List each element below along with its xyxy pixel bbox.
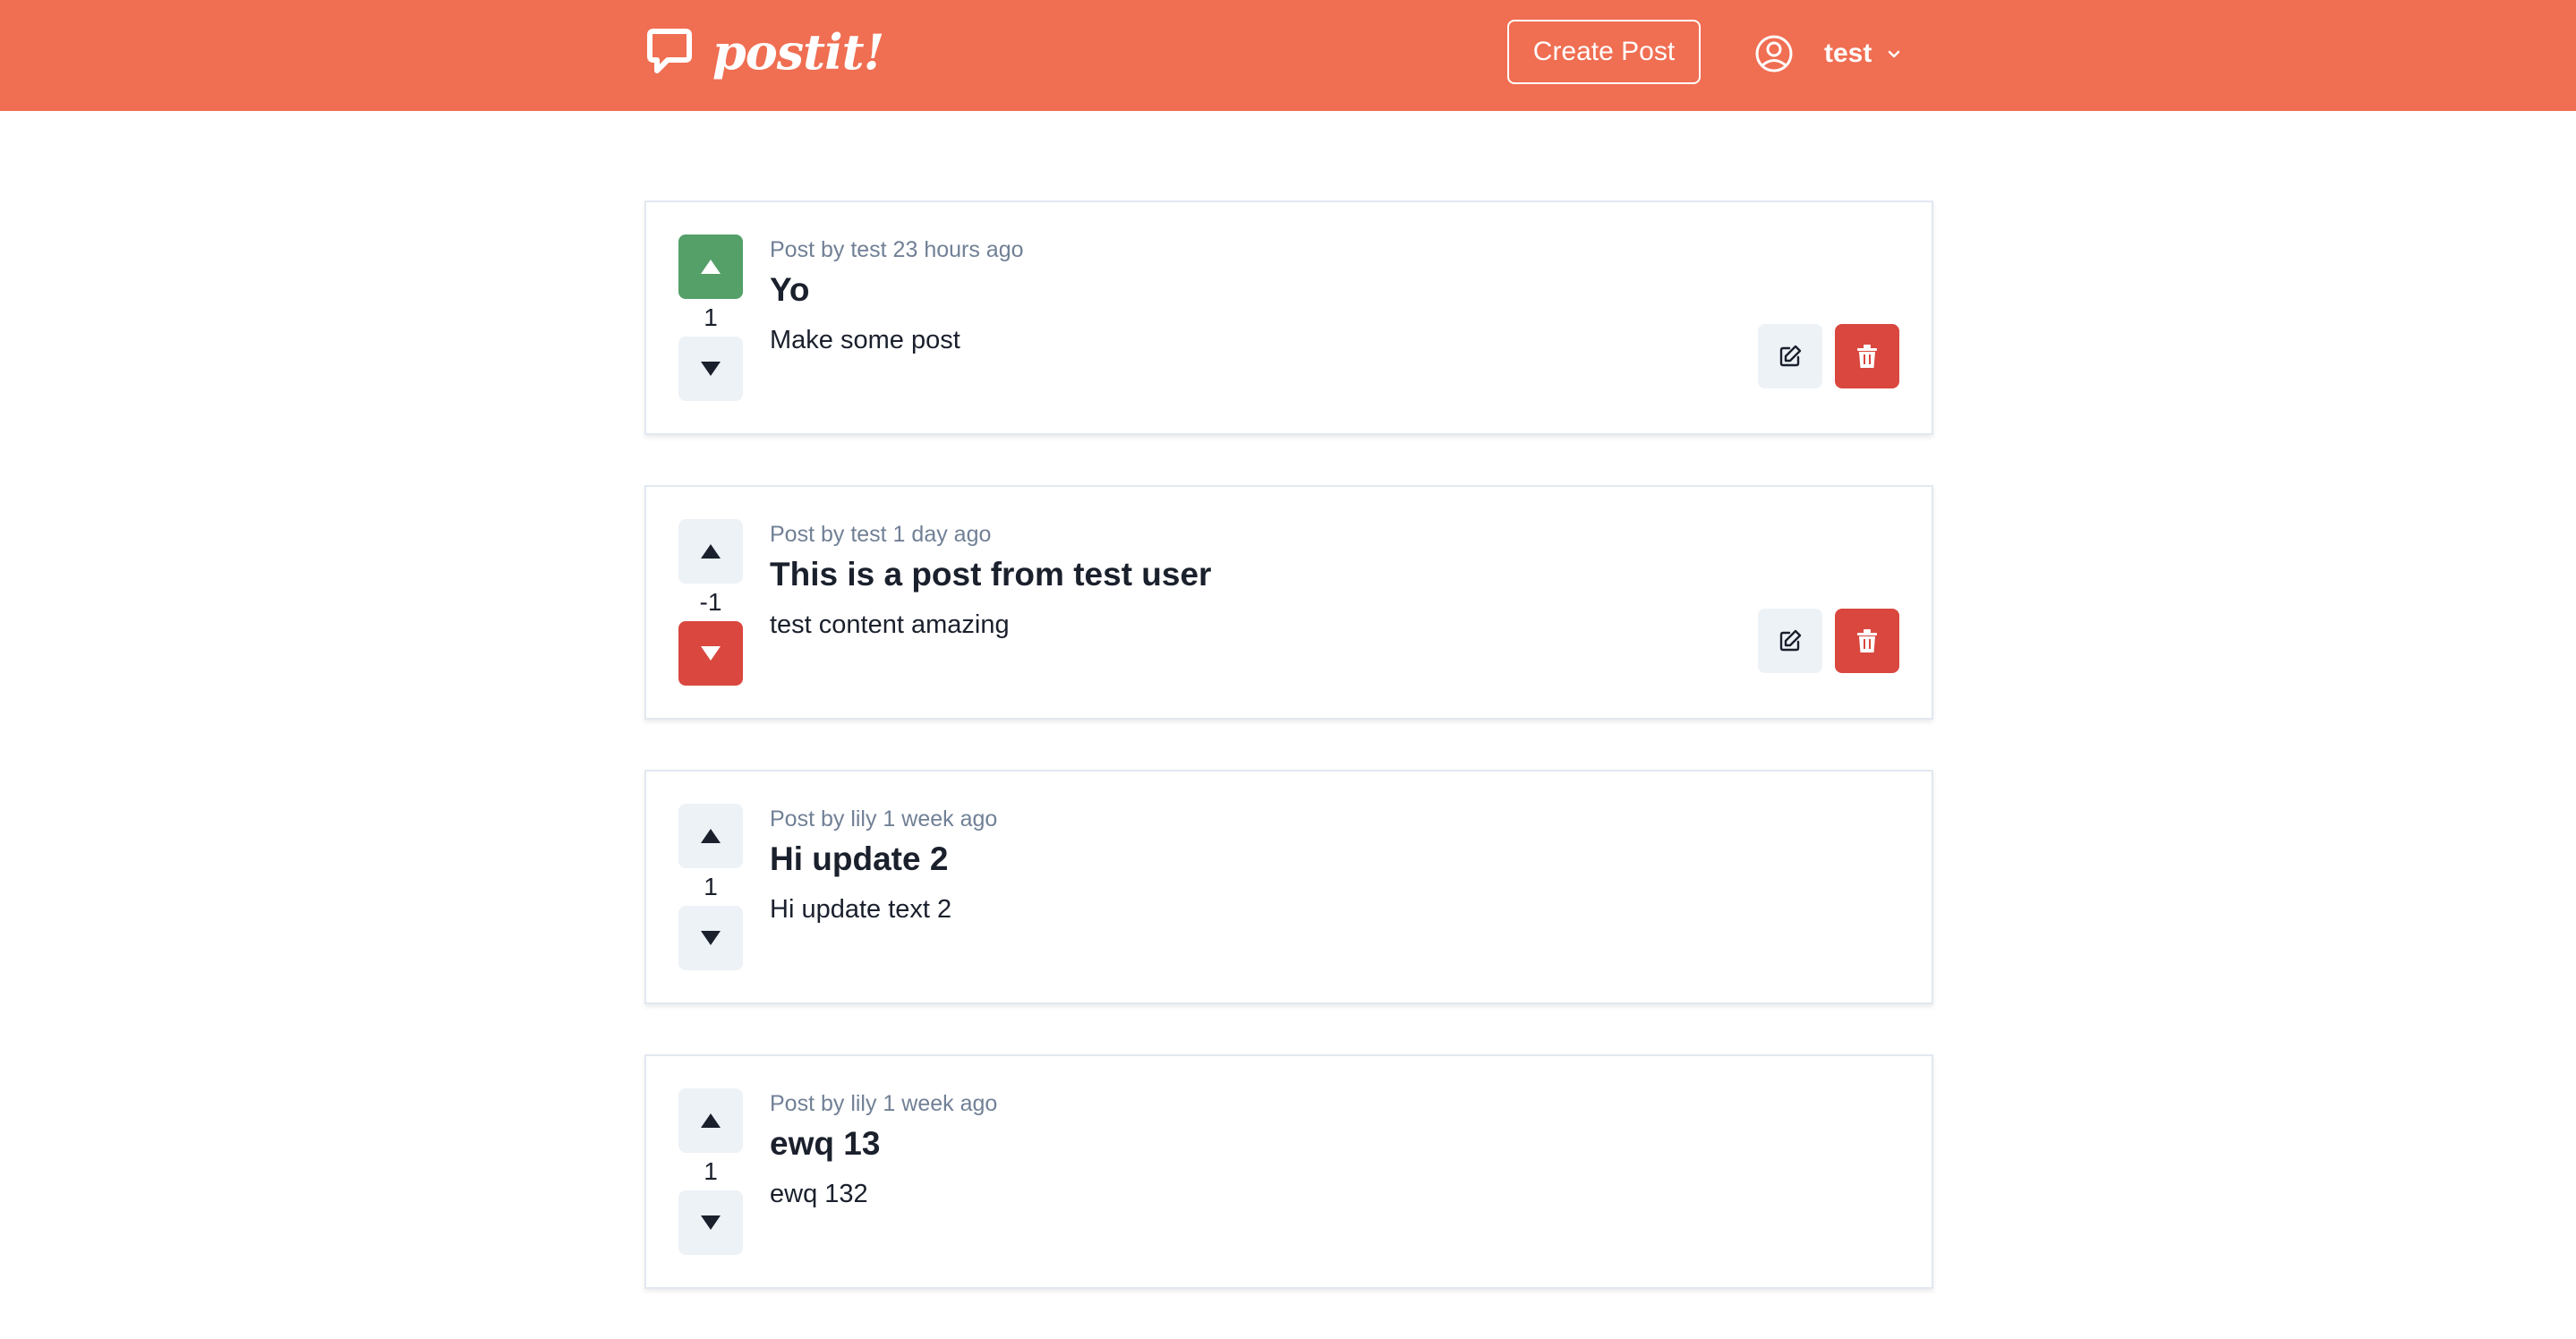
vote-count: 1: [704, 1157, 718, 1185]
vote-column: 1: [678, 235, 743, 401]
vote-column: 1: [678, 1088, 743, 1255]
upvote-button[interactable]: [678, 235, 743, 299]
post-actions: [1745, 324, 1899, 388]
triangle-up-icon: [701, 1113, 721, 1128]
downvote-button[interactable]: [678, 337, 743, 401]
post-title[interactable]: ewq 13: [770, 1119, 1754, 1169]
post-body: Hi update text 2: [770, 895, 952, 924]
user-circle-icon: [1755, 35, 1793, 72]
post-actions: [1745, 609, 1899, 673]
edit-post-button[interactable]: [1758, 324, 1822, 388]
post-meta: Post by test 23 hours ago: [770, 237, 1024, 262]
triangle-up-icon: [701, 544, 721, 559]
pencil-square-icon: [1779, 629, 1802, 652]
post-feed: 1 Post by test 23 hours ago Yo Make some…: [644, 200, 1933, 1339]
downvote-button[interactable]: [678, 906, 743, 970]
post-body: test content amazing: [770, 610, 1010, 639]
chevron-down-icon: [1889, 50, 1900, 58]
vote-column: 1: [678, 804, 743, 970]
triangle-down-icon: [701, 1215, 721, 1230]
trash-icon: [1857, 345, 1877, 368]
post-meta: Post by lily 1 week ago: [770, 806, 998, 832]
vote-count: 1: [704, 873, 718, 900]
post-title[interactable]: Yo: [770, 265, 1754, 315]
vote-count: 1: [704, 303, 718, 331]
triangle-down-icon: [701, 362, 721, 376]
post-card: 1 Post by lily 1 week ago Hi update 2 Hi…: [644, 770, 1933, 1004]
post-body: Make some post: [770, 326, 960, 354]
trash-icon: [1857, 629, 1877, 652]
post-content: Post by test 1 day ago This is a post fr…: [770, 519, 1754, 650]
upvote-button[interactable]: [678, 1088, 743, 1153]
chat-bubble-icon: [647, 29, 692, 73]
logo-link[interactable]: postit!: [644, 23, 884, 81]
post-card: -1 Post by test 1 day ago This is a post…: [644, 485, 1933, 720]
post-card: 1 Post by test 23 hours ago Yo Make some…: [644, 200, 1933, 435]
pencil-square-icon: [1779, 345, 1802, 367]
post-meta: Post by lily 1 week ago: [770, 1091, 998, 1116]
post-card: 1 Post by lily 1 week ago ewq 13 ewq 132: [644, 1054, 1933, 1289]
vote-column: -1: [678, 519, 743, 686]
user-menu[interactable]: test: [1754, 27, 1904, 81]
post-title[interactable]: This is a post from test user: [770, 550, 1754, 600]
edit-post-button[interactable]: [1758, 609, 1822, 673]
top-navbar: postit! Create Post test: [0, 0, 2576, 111]
post-title[interactable]: Hi update 2: [770, 834, 1754, 884]
username-label: test: [1824, 38, 1872, 68]
post-body: ewq 132: [770, 1180, 868, 1208]
triangle-up-icon: [701, 260, 721, 274]
upvote-button[interactable]: [678, 519, 743, 584]
downvote-button[interactable]: [678, 1190, 743, 1255]
triangle-down-icon: [701, 646, 721, 661]
post-content: Post by test 23 hours ago Yo Make some p…: [770, 235, 1754, 365]
vote-count: -1: [699, 588, 722, 616]
triangle-up-icon: [701, 829, 721, 843]
triangle-down-icon: [701, 931, 721, 945]
create-post-button[interactable]: Create Post: [1507, 20, 1701, 84]
logo-text: postit!: [712, 23, 884, 81]
navbar-inner: postit! Create Post test: [644, 0, 1933, 111]
post-meta: Post by test 1 day ago: [770, 522, 992, 547]
delete-post-button[interactable]: [1835, 324, 1899, 388]
post-content: Post by lily 1 week ago ewq 13 ewq 132: [770, 1088, 1754, 1219]
post-content: Post by lily 1 week ago Hi update 2 Hi u…: [770, 804, 1754, 934]
delete-post-button[interactable]: [1835, 609, 1899, 673]
upvote-button[interactable]: [678, 804, 743, 868]
downvote-button[interactable]: [678, 621, 743, 686]
